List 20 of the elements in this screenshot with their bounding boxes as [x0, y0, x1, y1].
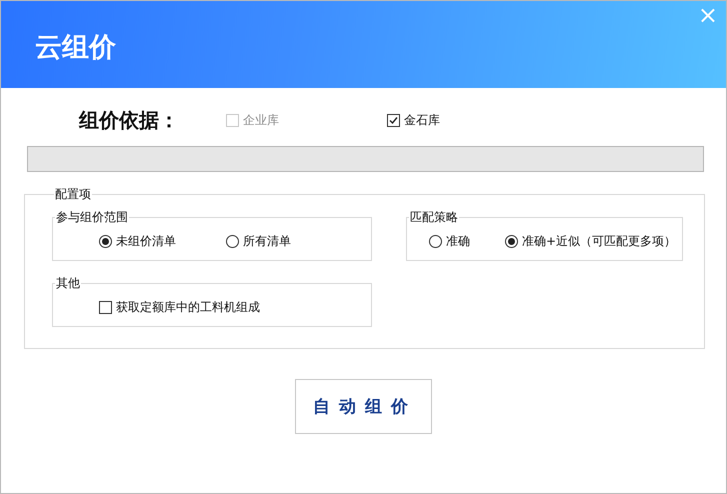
radio-button[interactable]: 准确+近似（可匹配更多项）: [505, 232, 676, 250]
checkbox-box[interactable]: [387, 114, 400, 126]
checkbox[interactable]: 金石库: [387, 112, 440, 128]
group-title: 其他: [55, 275, 81, 292]
auto-price-button[interactable]: 自动组价: [295, 379, 432, 434]
checkbox[interactable]: 获取定额库中的工料机组成: [99, 298, 260, 316]
radio-button[interactable]: 未组价清单: [99, 232, 226, 250]
radio-button[interactable]: 所有清单: [226, 232, 291, 250]
group-title: 参与组价范围: [55, 209, 129, 226]
radio-circle[interactable]: [226, 234, 239, 248]
radio-circle[interactable]: [99, 234, 112, 248]
radio-circle[interactable]: [505, 234, 518, 248]
window-title: 云组价: [35, 31, 116, 65]
checkbox-box[interactable]: [99, 300, 112, 314]
radio-circle[interactable]: [429, 234, 442, 248]
radio-button[interactable]: 准确: [429, 232, 505, 250]
group-title: 匹配策略: [409, 209, 459, 226]
field-label: 组价依据：: [79, 108, 180, 134]
check-icon: [389, 116, 398, 124]
group-title: 配置项: [54, 186, 92, 203]
